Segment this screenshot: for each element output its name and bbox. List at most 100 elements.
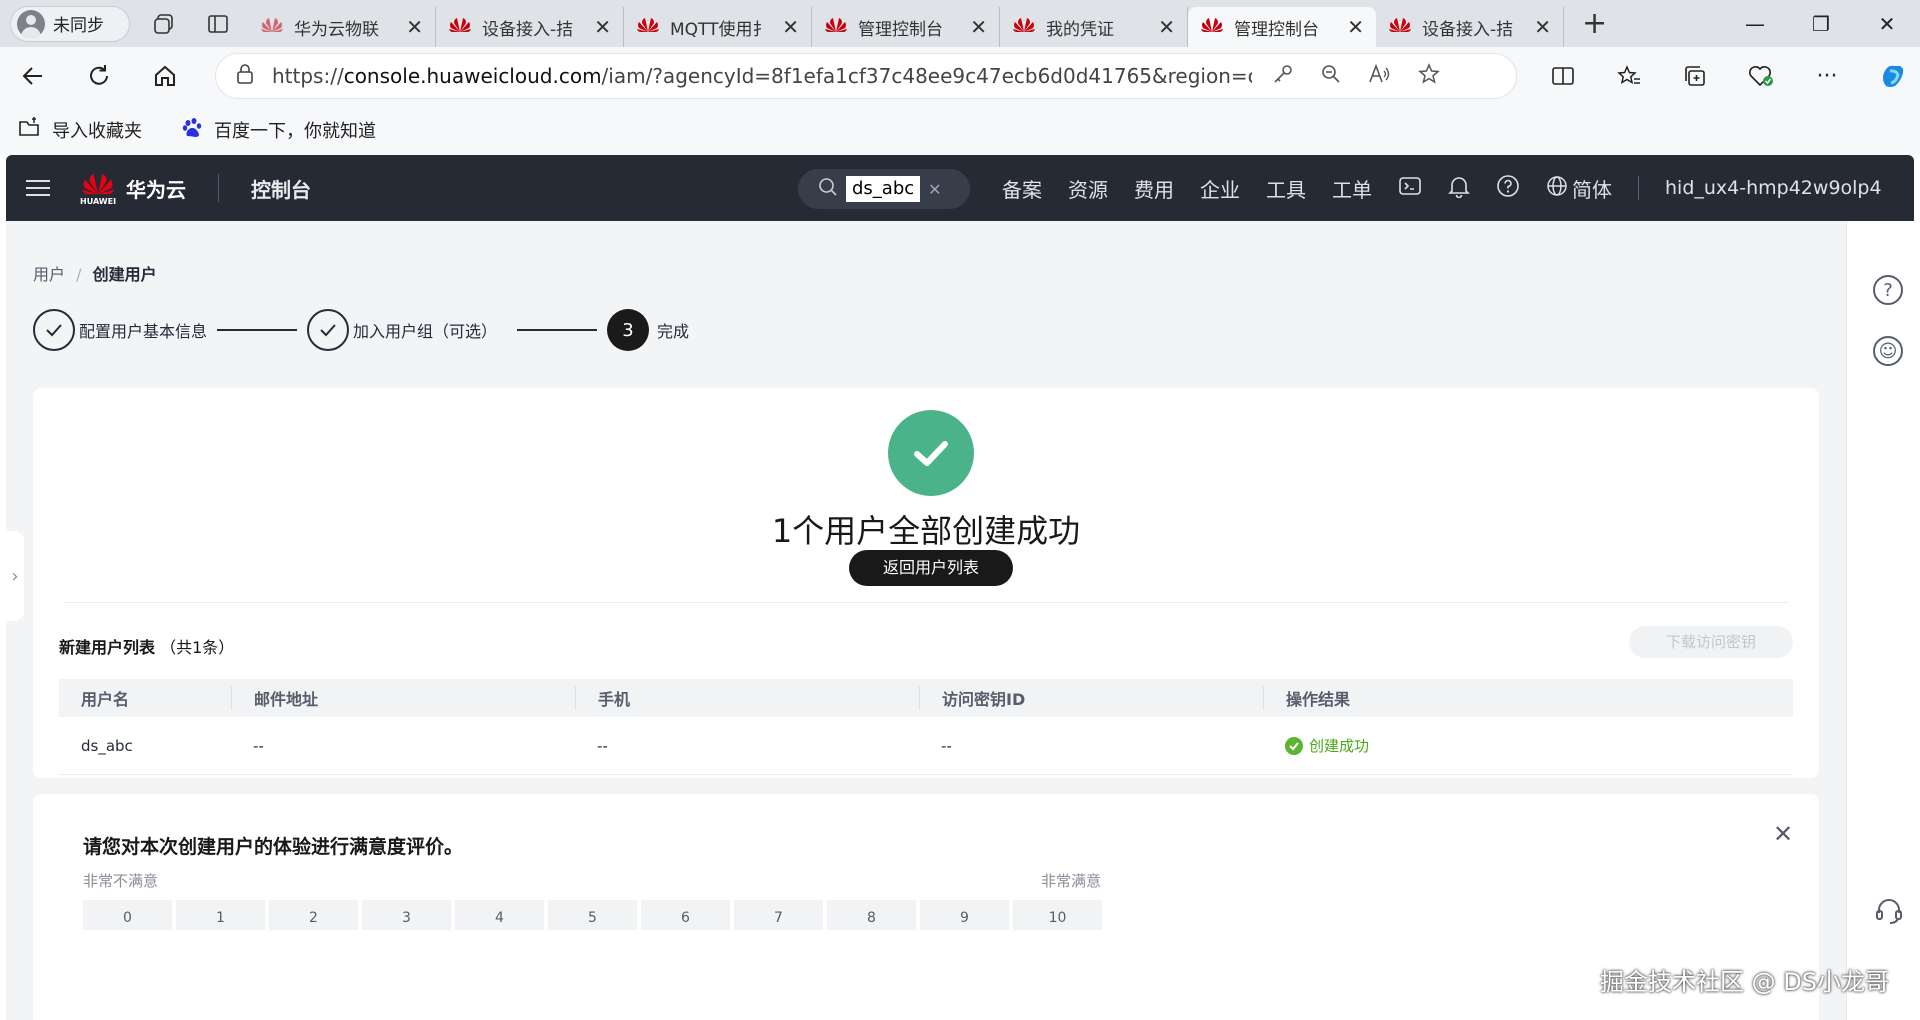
customer-service-icon[interactable]: [1874, 896, 1904, 930]
profile-button[interactable]: 未同步: [10, 5, 130, 42]
brand-name: 华为云: [126, 177, 187, 202]
lock-icon[interactable]: [236, 64, 254, 88]
close-icon[interactable]: ✕: [594, 15, 611, 39]
step-label: 完成: [657, 322, 690, 341]
close-icon[interactable]: ✕: [970, 15, 987, 39]
url-text[interactable]: https://console.huaweicloud.com/iam/?age…: [272, 64, 1252, 88]
close-window-button[interactable]: ✕: [1854, 0, 1920, 47]
rating-option[interactable]: 10: [1013, 900, 1102, 930]
user-table: 用户名 邮件地址 手机 访问密钥ID 操作结果 ds_abc -- -- -- …: [59, 679, 1793, 775]
split-screen-icon[interactable]: [1530, 65, 1596, 87]
close-icon[interactable]: ✕: [1347, 15, 1364, 39]
copilot-icon[interactable]: [1860, 61, 1920, 91]
browser-tab[interactable]: 设备接入-拮 ✕: [1376, 7, 1564, 47]
cell-phone: --: [597, 736, 608, 755]
huawei-logo-icon: [1388, 16, 1412, 38]
search-input[interactable]: ds_abc: [846, 176, 921, 202]
help-icon[interactable]: [1496, 174, 1520, 203]
divider: [63, 602, 1789, 603]
rating-option[interactable]: 6: [641, 900, 730, 930]
maximize-button[interactable]: ❐: [1788, 0, 1854, 47]
menu-enterprise[interactable]: 企业: [1200, 174, 1240, 203]
cell-username: ds_abc: [81, 736, 133, 755]
bookmark-import[interactable]: 导入收藏夹: [18, 116, 142, 144]
home-button[interactable]: [132, 47, 198, 105]
favorite-star-icon[interactable]: [1418, 63, 1440, 89]
breadcrumb-users[interactable]: 用户: [33, 265, 65, 284]
menu-tools[interactable]: 工具: [1266, 174, 1306, 203]
header-menu: 备案 资源 费用 企业 工具 工单 简体 hid_ux4-hmp42w9olp4: [1002, 155, 1882, 221]
close-icon[interactable]: ✕: [1158, 15, 1175, 39]
console-title[interactable]: 控制台: [251, 174, 311, 203]
key-icon[interactable]: [1272, 63, 1294, 89]
clear-icon[interactable]: ✕: [928, 180, 941, 199]
success-check-icon: [1285, 736, 1303, 755]
huawei-cloud-brand[interactable]: HUAWEI 华为云: [80, 171, 186, 206]
rating-option[interactable]: 1: [176, 900, 265, 930]
bell-icon[interactable]: [1448, 174, 1470, 203]
browser-tab[interactable]: 华为云物联 ✕: [248, 7, 436, 47]
menu-tickets[interactable]: 工单: [1332, 174, 1372, 203]
rating-option[interactable]: 3: [362, 900, 451, 930]
rating-low-label: 非常不满意: [83, 872, 159, 890]
divider: [218, 174, 220, 202]
minimize-button[interactable]: —: [1722, 0, 1788, 47]
browser-tab[interactable]: 我的凭证 ✕: [1000, 7, 1188, 47]
survey-title: 请您对本次创建用户的体验进行满意度评价。: [83, 836, 464, 858]
cloud-shell-icon[interactable]: [1398, 175, 1422, 202]
close-icon[interactable]: ✕: [782, 15, 799, 39]
back-button[interactable]: [0, 47, 66, 105]
back-to-user-list-button[interactable]: 返回用户列表: [849, 550, 1013, 586]
read-aloud-icon[interactable]: [1368, 63, 1392, 89]
rating-option[interactable]: 9: [920, 900, 1009, 930]
close-icon[interactable]: ✕: [1773, 820, 1793, 848]
expand-sidebar-button[interactable]: ›: [6, 531, 24, 621]
close-icon[interactable]: ✕: [406, 15, 423, 39]
browser-essentials-icon[interactable]: [1728, 64, 1794, 88]
success-title: 1个用户全部创建成功: [771, 512, 1081, 550]
main-content: › 用户 / 创建用户 配置用户基本信息 加入用户组（可选） 3 完成 1个用户…: [6, 221, 1859, 1020]
bookmarks-bar: 导入收藏夹 百度一下，你就知道: [0, 105, 1920, 155]
menu-icon[interactable]: [26, 175, 50, 201]
rating-option[interactable]: 7: [734, 900, 823, 930]
rating-option[interactable]: 2: [269, 900, 358, 930]
header-search[interactable]: ds_abc ✕: [798, 169, 970, 209]
browser-tab[interactable]: MQTT使用扌 ✕: [624, 7, 812, 47]
rating-option[interactable]: 8: [827, 900, 916, 930]
rating-scale: 0 1 2 3 4 5 6 7 8 9 10: [83, 900, 1102, 930]
browser-tab[interactable]: 设备接入-拮 ✕: [436, 7, 624, 47]
huawei-logo-icon: [1200, 16, 1224, 38]
address-row: https://console.huaweicloud.com/iam/?age…: [0, 47, 1920, 105]
refresh-button[interactable]: [66, 47, 132, 105]
zoom-icon[interactable]: [1320, 63, 1342, 89]
tab-title: 设备接入-拮: [1422, 19, 1514, 40]
menu-billing[interactable]: 费用: [1134, 174, 1174, 203]
workspaces-icon[interactable]: [144, 4, 184, 44]
rating-option[interactable]: 0: [83, 900, 172, 930]
new-tab-button[interactable]: +: [1582, 4, 1607, 44]
browser-tab-bar: 未同步 华为云物联 ✕ 设备接入-拮 ✕ MQTT使用扌 ✕ 管理控制台 ✕ 我…: [0, 0, 1920, 47]
menu-beian[interactable]: 备案: [1002, 174, 1042, 203]
user-account[interactable]: hid_ux4-hmp42w9olp4: [1665, 177, 1882, 199]
column-header: 手机: [575, 686, 919, 710]
rating-option[interactable]: 4: [455, 900, 544, 930]
feedback-smile-icon[interactable]: ☺: [1873, 336, 1903, 366]
download-access-key-button[interactable]: 下载访问密钥: [1629, 626, 1793, 658]
menu-resources[interactable]: 资源: [1068, 174, 1108, 203]
tab-actions-icon[interactable]: [198, 4, 238, 44]
help-icon[interactable]: ?: [1873, 275, 1903, 305]
rating-option[interactable]: 5: [548, 900, 637, 930]
close-icon[interactable]: ✕: [1534, 15, 1551, 39]
address-bar[interactable]: https://console.huaweicloud.com/iam/?age…: [215, 53, 1517, 99]
profile-label: 未同步: [53, 16, 104, 36]
bookmark-baidu[interactable]: 百度一下，你就知道: [182, 117, 376, 144]
tab-title: 管理控制台: [1234, 19, 1319, 40]
favorites-icon[interactable]: [1596, 65, 1662, 87]
language-switch[interactable]: 简体: [1546, 174, 1612, 203]
browser-tab[interactable]: 管理控制台 ✕: [812, 7, 1000, 47]
huawei-logo-icon: HUAWEI: [80, 171, 116, 206]
collections-icon[interactable]: [1662, 65, 1728, 87]
console-header: HUAWEI 华为云 控制台 ds_abc ✕ 备案 资源 费用 企业 工具 工…: [6, 155, 1914, 221]
browser-tab-active[interactable]: 管理控制台 ✕: [1188, 7, 1376, 47]
more-icon[interactable]: ···: [1794, 64, 1860, 89]
